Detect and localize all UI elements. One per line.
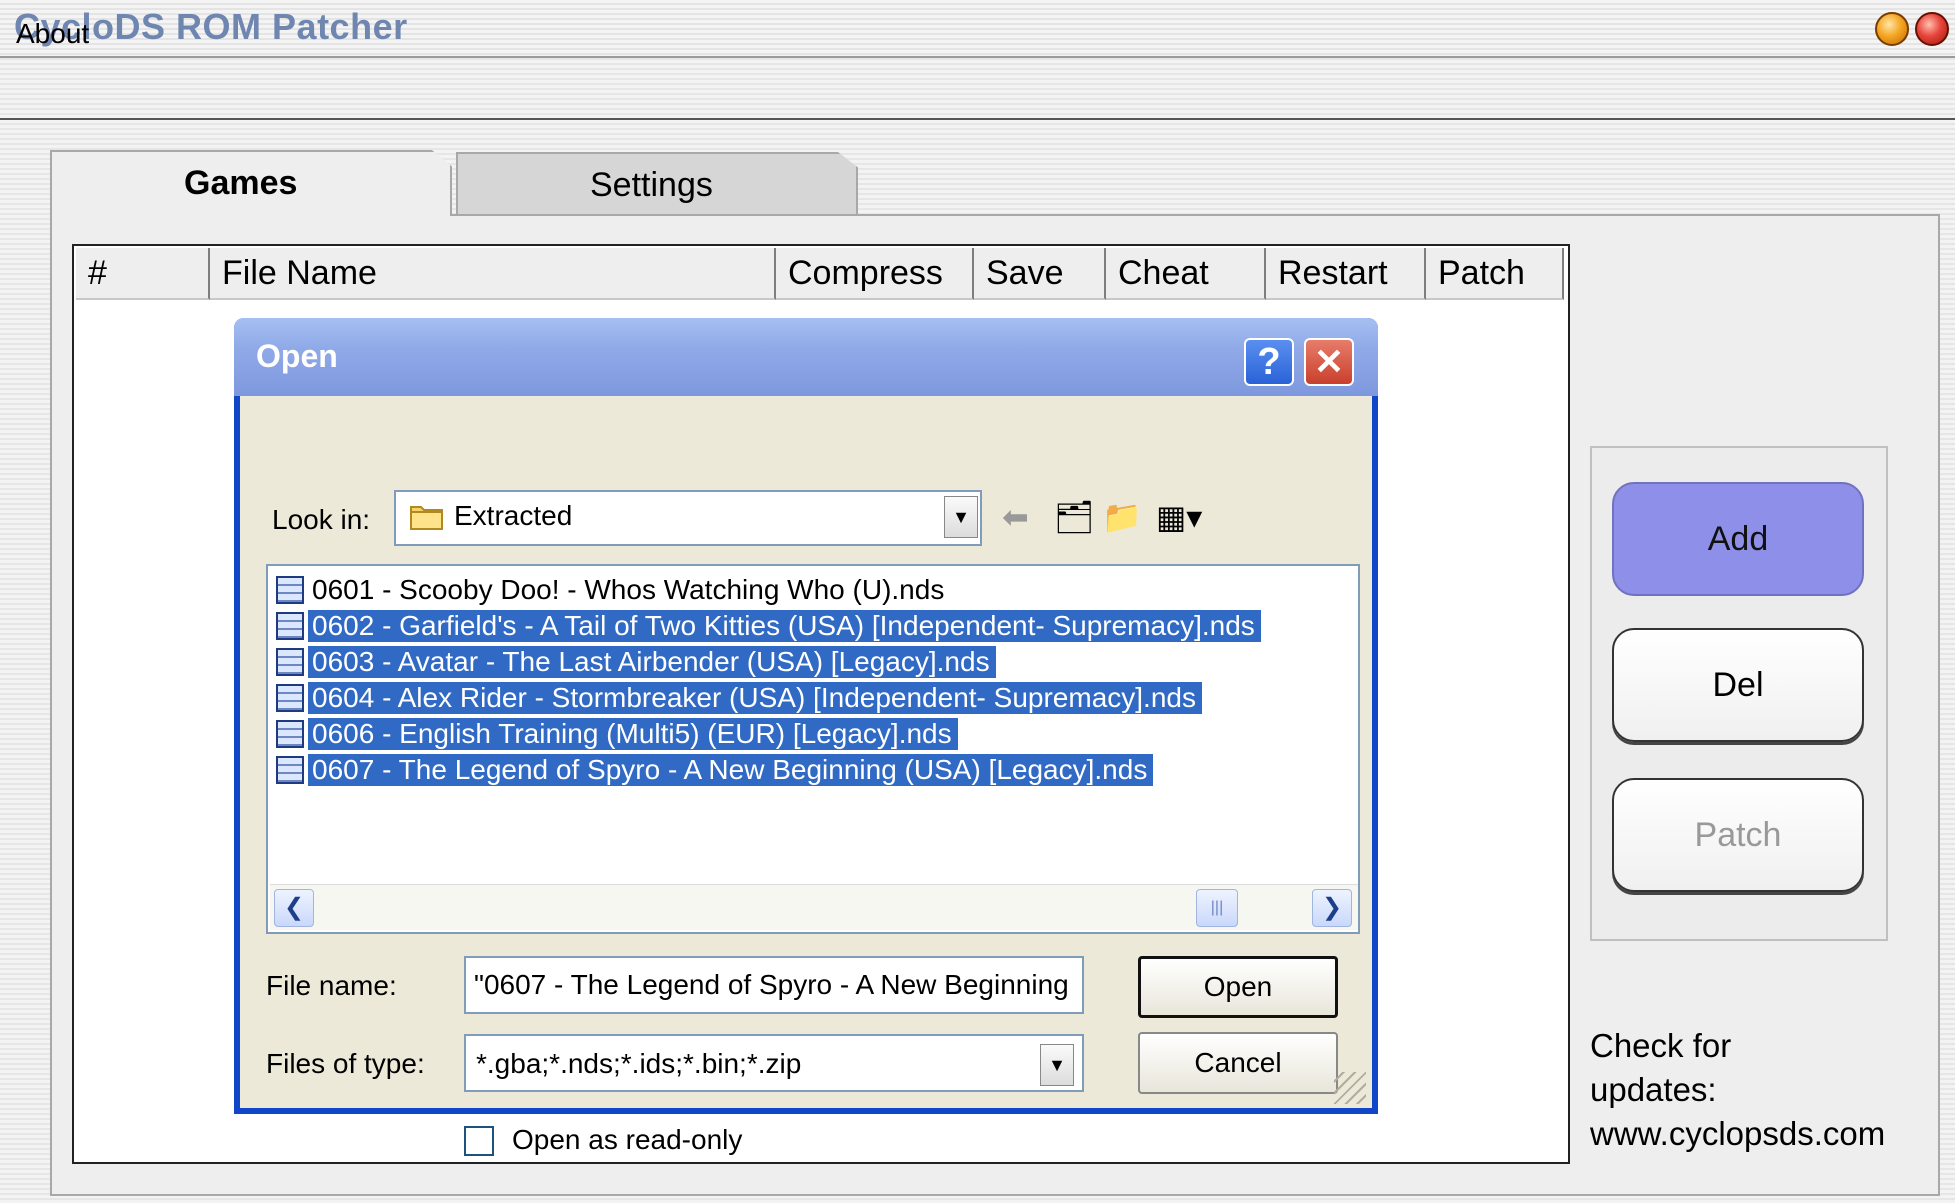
file-item[interactable]: 0604 - Alex Rider - Stormbreaker (USA) […	[276, 680, 1202, 716]
column-header-save[interactable]: Save	[974, 248, 1106, 300]
tab-settings-label[interactable]: Settings	[590, 166, 713, 205]
minimize-icon[interactable]	[1875, 12, 1909, 46]
file-item[interactable]: 0601 - Scooby Doo! - Whos Watching Who (…	[276, 572, 950, 608]
open-dialog: Open ? ✕ Look in: Extracted ▼ ⬅ 🗂 📁 ▦▾ 0…	[234, 318, 1378, 1156]
view-menu-icon[interactable]: ▦▾	[1156, 498, 1202, 536]
files-of-type-value: *.gba;*.nds;*.ids;*.bin;*.zip	[476, 1048, 802, 1079]
folder-icon	[410, 506, 443, 530]
updates-url[interactable]: www.cyclopsds.com	[1590, 1112, 1950, 1156]
file-item-name[interactable]: 0604 - Alex Rider - Stormbreaker (USA) […	[308, 682, 1202, 714]
file-item-name[interactable]: 0603 - Avatar - The Last Airbender (USA)…	[308, 646, 996, 678]
nds-file-icon	[276, 756, 304, 784]
up-folder-icon[interactable]: 🗂	[1054, 498, 1095, 536]
file-name-label: File name:	[266, 970, 397, 1001]
dialog-body: Look in: Extracted ▼ ⬅ 🗂 📁 ▦▾ 0601 - Sco…	[240, 396, 1372, 1156]
patch-button[interactable]: Patch	[1612, 778, 1864, 892]
open-button[interactable]: Open	[1138, 956, 1338, 1018]
updates-line-1: Check for	[1590, 1027, 1732, 1064]
updates-line-2: updates:	[1590, 1071, 1717, 1108]
resize-grip-icon[interactable]	[1334, 1072, 1366, 1104]
file-item-name[interactable]: 0607 - The Legend of Spyro - A New Begin…	[308, 754, 1154, 786]
nds-file-icon	[276, 684, 304, 712]
scroll-left-icon[interactable]: ❮	[274, 889, 314, 927]
add-button[interactable]: Add	[1612, 482, 1864, 596]
menu-bar	[0, 60, 1955, 120]
file-item-name[interactable]: 0601 - Scooby Doo! - Whos Watching Who (…	[308, 574, 950, 606]
column-header-patch[interactable]: Patch	[1426, 248, 1564, 300]
new-folder-icon[interactable]: 📁	[1102, 498, 1142, 536]
help-icon[interactable]: ?	[1244, 338, 1294, 386]
nds-file-icon	[276, 648, 304, 676]
cancel-button[interactable]: Cancel	[1138, 1032, 1338, 1094]
file-item[interactable]: 0607 - The Legend of Spyro - A New Begin…	[276, 752, 1154, 788]
nds-file-icon	[276, 720, 304, 748]
column-header-file-name[interactable]: File Name	[210, 248, 776, 300]
column-header-compress[interactable]: Compress	[776, 248, 974, 300]
file-item-name[interactable]: 0602 - Garfield's - A Tail of Two Kittie…	[308, 610, 1261, 642]
file-name-input[interactable]	[464, 956, 1084, 1014]
dialog-title-bar	[234, 318, 1378, 396]
column-header-cheat[interactable]: Cheat	[1106, 248, 1266, 300]
dialog-title: Open	[256, 338, 338, 374]
window-close-icon[interactable]	[1915, 12, 1949, 46]
file-item[interactable]: 0606 - English Training (Multi5) (EUR) […	[276, 716, 958, 752]
scroll-thumb[interactable]: |||	[1196, 889, 1238, 927]
file-list[interactable]: 0601 - Scooby Doo! - Whos Watching Who (…	[266, 564, 1360, 934]
files-of-type-label: Files of type:	[266, 1048, 425, 1079]
column-header-number[interactable]: #	[76, 248, 210, 300]
scroll-right-icon[interactable]: ❯	[1312, 889, 1352, 927]
tab-games-label[interactable]: Games	[184, 164, 297, 203]
del-button[interactable]: Del	[1612, 628, 1864, 742]
read-only-label[interactable]: Open as read-only	[512, 1124, 742, 1156]
read-only-checkbox[interactable]	[464, 1126, 494, 1156]
updates-info: Check for updates: www.cyclopsds.com	[1590, 1024, 1950, 1156]
look-in-label: Look in:	[272, 504, 371, 535]
nds-file-icon	[276, 576, 304, 604]
file-item[interactable]: 0602 - Garfield's - A Tail of Two Kittie…	[276, 608, 1261, 644]
menu-item-about[interactable]: About	[16, 18, 89, 50]
nds-file-icon	[276, 612, 304, 640]
horizontal-scrollbar[interactable]: ❮ ||| ❯	[270, 884, 1358, 930]
look-in-value: Extracted	[454, 500, 573, 531]
column-header-restart[interactable]: Restart	[1266, 248, 1426, 300]
file-item-name[interactable]: 0606 - English Training (Multi5) (EUR) […	[308, 718, 958, 750]
chevron-down-icon[interactable]: ▼	[1040, 1044, 1074, 1086]
back-arrow-icon[interactable]: ⬅	[1002, 498, 1029, 536]
chevron-down-icon[interactable]: ▼	[944, 496, 978, 538]
file-item[interactable]: 0603 - Avatar - The Last Airbender (USA)…	[276, 644, 996, 680]
dialog-close-icon[interactable]: ✕	[1304, 338, 1354, 386]
